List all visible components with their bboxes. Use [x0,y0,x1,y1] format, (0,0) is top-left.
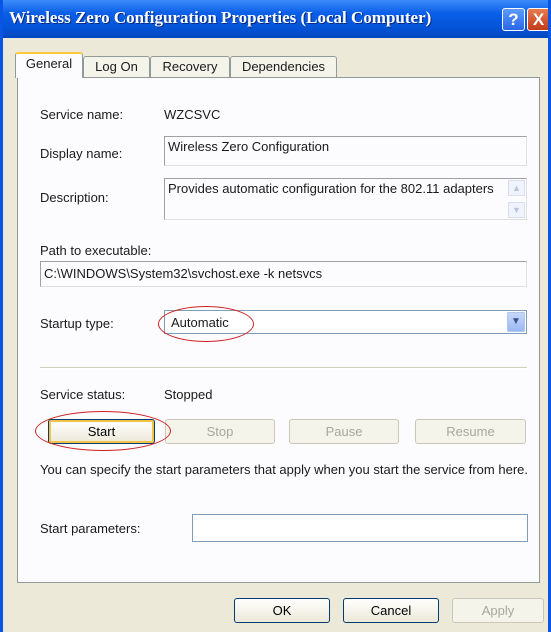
display-name-field[interactable]: Wireless Zero Configuration [164,136,527,166]
stop-button[interactable]: Stop [165,419,275,444]
window-title: Wireless Zero Configuration Properties (… [9,8,432,27]
service-name-label: Service name: [40,107,124,122]
display-name-label: Display name: [40,146,123,161]
path-field: C:\WINDOWS\System32\svchost.exe -k netsv… [40,261,527,287]
ok-button[interactable]: OK [234,598,330,623]
startup-type-value: Automatic [171,315,229,330]
startup-type-select[interactable]: Automatic ▼ [164,310,527,334]
start-params-input[interactable] [192,514,528,542]
close-button[interactable]: X [527,8,548,31]
start-params-hint: You can specify the start parameters tha… [40,462,528,477]
tab-general[interactable]: General [15,52,83,78]
scroll-up-icon[interactable]: ▲ [508,180,525,196]
tab-recovery[interactable]: Recovery [150,56,230,77]
description-value: Provides automatic configuration for the… [168,181,494,196]
start-button[interactable]: Start [48,419,155,444]
help-button[interactable]: ? [502,8,525,31]
path-label: Path to executable: [40,243,152,258]
dialog-button-bar: OK Cancel Apply [3,585,548,632]
apply-button[interactable]: Apply [452,598,544,623]
cancel-button[interactable]: Cancel [343,598,439,623]
title-bar[interactable]: Wireless Zero Configuration Properties (… [3,0,548,38]
start-params-label: Start parameters: [40,521,141,536]
tab-log-on[interactable]: Log On [83,56,150,77]
description-scrollbar[interactable]: ▲ ▼ [508,180,525,218]
properties-dialog: Wireless Zero Configuration Properties (… [0,0,551,632]
service-name-value: WZCSVC [164,107,221,122]
tab-dependencies[interactable]: Dependencies [230,56,337,77]
description-field[interactable]: Provides automatic configuration for the… [164,178,527,220]
scroll-down-icon[interactable]: ▼ [508,202,525,218]
chevron-down-icon[interactable]: ▼ [507,312,525,332]
startup-type-label: Startup type: [40,316,114,331]
display-name-value: Wireless Zero Configuration [168,139,330,154]
pause-button[interactable]: Pause [289,419,399,444]
service-status-value: Stopped [164,387,213,402]
general-tab-panel: Service name: WZCSVC Display name: Wirel… [17,77,540,583]
separator [40,367,527,369]
path-value: C:\WINDOWS\System32\svchost.exe -k netsv… [44,266,323,281]
description-label: Description: [40,190,109,205]
service-status-label: Service status: [40,387,126,402]
resume-button[interactable]: Resume [415,419,526,444]
